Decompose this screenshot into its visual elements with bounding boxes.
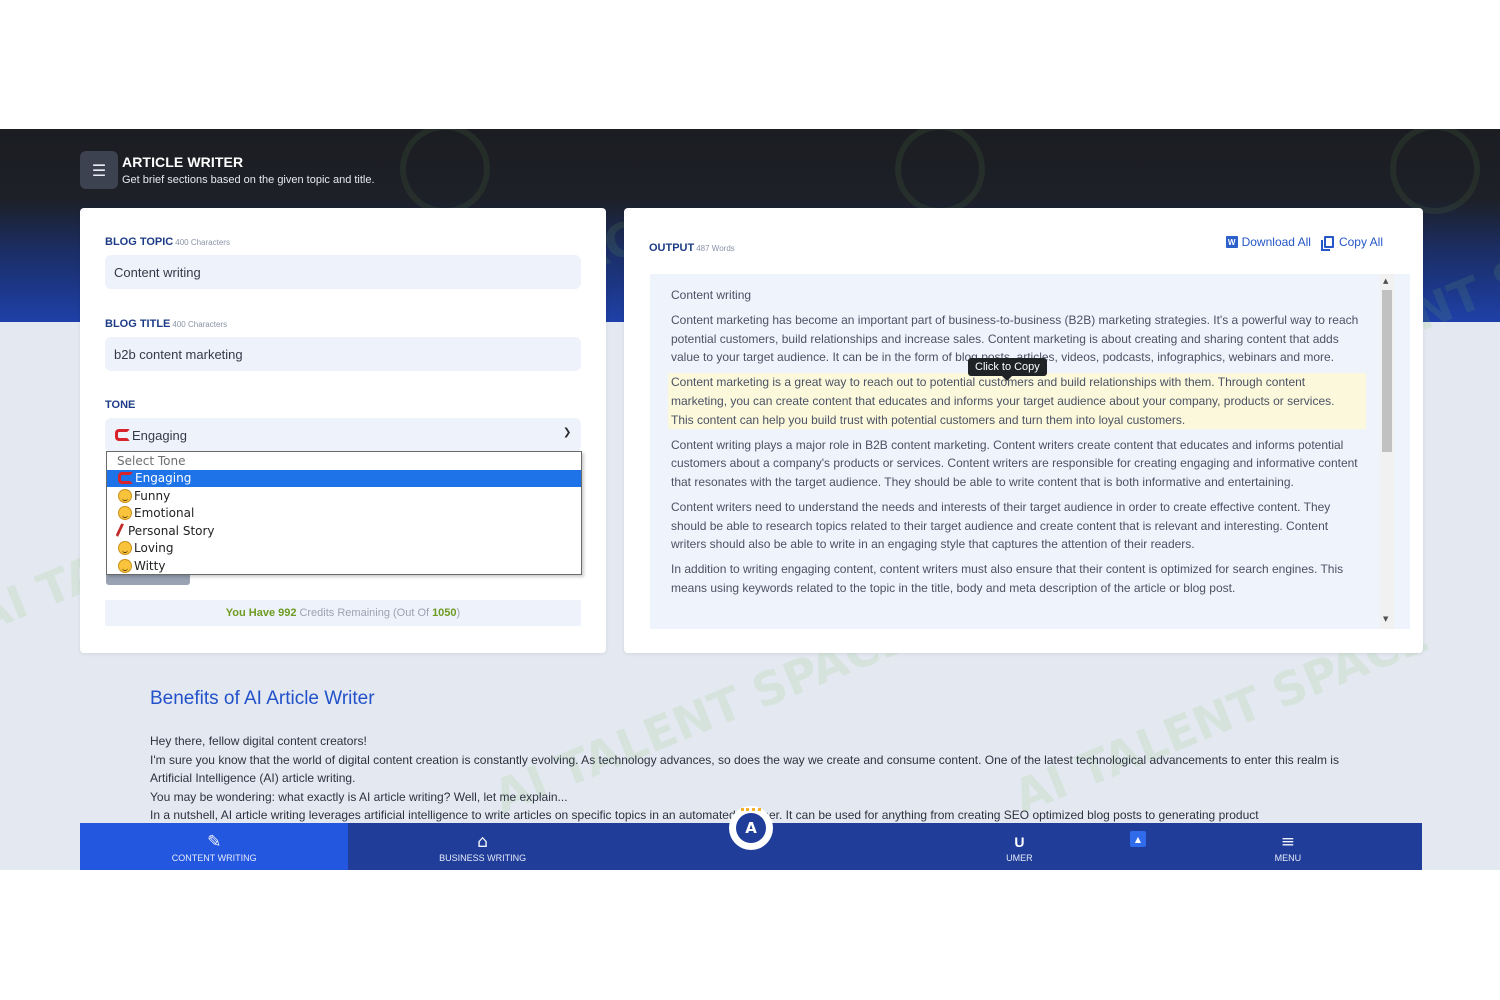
output-card: OUTPUT 487 Words W Download All Copy All …	[624, 208, 1423, 653]
benefits-line: You may be wondering: what exactly is AI…	[150, 789, 568, 804]
tone-option-label: Select Tone	[117, 453, 186, 468]
output-paragraph[interactable]: Content writing plays a major role in B2…	[671, 436, 1359, 492]
download-all-button[interactable]: W Download All	[1225, 235, 1311, 249]
header-text: ARTICLE WRITER Get brief sections based …	[122, 154, 375, 186]
brand-logo-icon: A	[736, 813, 766, 843]
scrollbar-thumb[interactable]	[1382, 290, 1392, 452]
tone-option-emotional[interactable]: Emotional	[107, 505, 581, 523]
tone-label: TONE	[105, 399, 136, 411]
blog-title-label: BLOG TITLE 400 Characters	[105, 318, 227, 330]
word-count: 487 Words	[696, 244, 735, 253]
output-paragraph[interactable]: Content writers need to understand the n…	[671, 498, 1359, 554]
benefits-line: I'm sure you know that the world of digi…	[150, 752, 1339, 786]
copy-all-button[interactable]: Copy All	[1320, 235, 1383, 251]
tone-option-engaging[interactable]: Engaging	[107, 469, 581, 487]
nav-business-writing[interactable]: ⌂ BUSINESS WRITING	[348, 823, 616, 870]
blog-topic-label-text: BLOG TOPIC	[105, 236, 174, 248]
output-paragraph[interactable]: In addition to writing engaging content,…	[671, 560, 1359, 597]
credits-suffix: )	[456, 607, 461, 619]
sad-face-emoji-icon	[118, 506, 132, 521]
magnet-emoji-icon	[115, 429, 130, 441]
app-header: ☰ ARTICLE WRITER Get brief sections base…	[80, 151, 375, 189]
credits-prefix: You Have	[225, 607, 276, 619]
tone-option-label: Loving	[134, 541, 174, 556]
scroll-up-arrow-icon[interactable]: ▲	[1383, 277, 1388, 285]
tone-option-label: Engaging	[135, 471, 192, 486]
user-initial-icon: U	[1014, 833, 1025, 850]
word-doc-icon: W	[1225, 236, 1238, 248]
app-frame: AI TALENT SPACE AI TALENT SPACE AI TALEN…	[0, 129, 1500, 870]
tone-option-witty[interactable]: Witty	[107, 557, 581, 575]
nav-user-profile[interactable]: U UMER	[885, 823, 1153, 870]
output-label: OUTPUT 487 Words	[649, 242, 735, 254]
hamburger-menu-icon: ≡	[1280, 831, 1295, 852]
copy-icon	[1320, 236, 1334, 251]
output-actions: W Download All Copy All	[1225, 235, 1383, 251]
output-paragraph[interactable]: Content writing	[671, 286, 1359, 305]
download-all-label: Download All	[1241, 235, 1311, 249]
output-text-area[interactable]: Content writing Content marketing has be…	[650, 274, 1410, 629]
blog-topic-hint: 400 Characters	[175, 238, 230, 247]
output-label-text: OUTPUT	[649, 242, 695, 254]
benefits-line: Hey there, fellow digital content creato…	[150, 734, 367, 748]
nav-label: CONTENT WRITING	[171, 852, 257, 863]
heart-eyes-emoji-icon	[118, 541, 132, 556]
feather-pen-icon: ✎	[207, 831, 222, 852]
grinning-face-emoji-icon	[118, 488, 132, 503]
bottom-nav: ✎ CONTENT WRITING ⌂ BUSINESS WRITING U U…	[80, 806, 1422, 870]
nav-label: MENU	[1274, 852, 1302, 863]
blog-topic-label: BLOG TOPIC 400 Characters	[105, 236, 230, 248]
copy-tooltip: Click to Copy	[968, 358, 1047, 381]
benefits-heading: Benefits of AI Article Writer	[150, 688, 375, 709]
chevron-down-icon: ❯	[563, 427, 572, 438]
tone-option-label: Personal Story	[128, 523, 215, 538]
tone-select-value: Engaging	[132, 427, 187, 443]
magnet-emoji-icon	[118, 472, 133, 485]
tone-option-placeholder[interactable]: Select Tone	[107, 452, 581, 470]
output-content: Content writing Content marketing has be…	[650, 274, 1380, 604]
tone-option-label: Witty	[134, 558, 166, 573]
credits-total: 1050	[432, 607, 457, 619]
tone-option-label: Funny	[134, 488, 171, 503]
tone-select[interactable]: Engaging ❯	[105, 418, 581, 452]
scroll-to-top-button[interactable]: ▲	[1130, 831, 1146, 847]
nav-label: BUSINESS WRITING	[439, 852, 527, 863]
nav-label: UMER	[1006, 852, 1033, 863]
copy-all-label: Copy All	[1338, 235, 1383, 249]
nav-menu[interactable]: ≡ MENU	[1154, 823, 1422, 870]
smirk-face-emoji-icon	[118, 558, 132, 573]
bank-building-icon: ⌂	[477, 831, 488, 852]
blog-title-hint: 400 Characters	[172, 320, 228, 329]
scroll-down-arrow-icon[interactable]: ▼	[1383, 615, 1388, 623]
page-subtitle: Get brief sections based on the given to…	[122, 174, 375, 186]
blog-topic-input[interactable]: Content writing	[105, 255, 581, 289]
output-paragraph-hovered[interactable]: Content marketing is a great way to reac…	[668, 373, 1366, 430]
tone-option-personal-story[interactable]: Personal Story	[107, 522, 581, 540]
input-card: BLOG TOPIC 400 Characters Content writing…	[80, 208, 606, 653]
tone-option-label: Emotional	[134, 506, 195, 521]
output-scrollbar[interactable]: ▲ ▼	[1380, 274, 1394, 629]
blog-title-label-text: BLOG TITLE	[105, 318, 171, 330]
credits-remaining: 992	[278, 607, 297, 619]
credits-status: You Have 992 Credits Remaining (Out Of 1…	[105, 600, 581, 626]
tone-option-funny[interactable]: Funny	[107, 487, 581, 505]
page-title: ARTICLE WRITER	[122, 154, 244, 170]
writing-hand-emoji-icon	[115, 522, 129, 539]
tone-option-loving[interactable]: Loving	[107, 540, 581, 558]
brand-logo[interactable]: A	[729, 806, 773, 850]
nav-content-writing[interactable]: ✎ CONTENT WRITING	[80, 823, 349, 870]
credits-middle: Credits Remaining (Out Of	[299, 607, 430, 619]
tone-dropdown-list[interactable]: Select Tone Engaging Funny Emotional Per…	[106, 451, 582, 575]
blog-title-input[interactable]: b2b content marketing	[105, 337, 581, 371]
article-list-icon: ☰	[80, 151, 118, 189]
